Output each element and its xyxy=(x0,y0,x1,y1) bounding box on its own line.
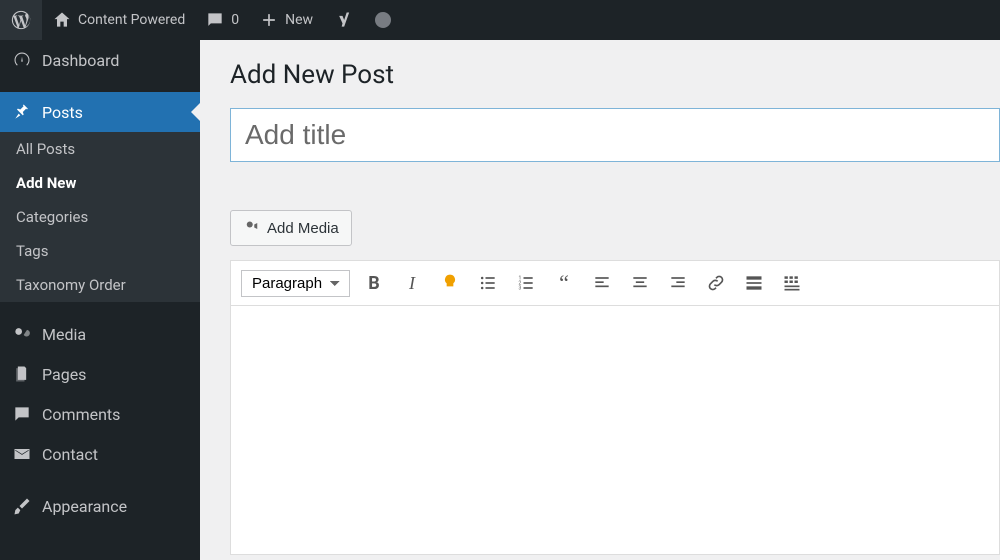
posts-label: Posts xyxy=(42,103,83,122)
posts-submenu: All Posts Add New Categories Tags Taxono… xyxy=(0,132,200,302)
comment-icon xyxy=(205,10,225,30)
editor-content-area[interactable] xyxy=(230,305,1000,555)
wp-logo-menu[interactable] xyxy=(0,0,42,40)
sidebar-item-dashboard[interactable]: Dashboard xyxy=(0,40,200,80)
read-more-button[interactable] xyxy=(740,269,768,297)
pages-icon xyxy=(12,364,32,384)
comments-icon xyxy=(12,404,32,424)
submenu-taxonomy-order[interactable]: Taxonomy Order xyxy=(0,268,200,302)
status-dot-icon[interactable] xyxy=(375,12,391,28)
sidebar-item-appearance[interactable]: Appearance xyxy=(0,486,200,526)
new-label: New xyxy=(285,12,313,28)
media-icon xyxy=(12,324,32,344)
italic-button[interactable]: I xyxy=(398,269,426,297)
editor-toolbar: Paragraph B I 123 “ xyxy=(230,260,1000,305)
new-content-link[interactable]: New xyxy=(249,0,323,40)
submenu-all-posts[interactable]: All Posts xyxy=(0,132,200,166)
envelope-icon xyxy=(12,444,32,464)
svg-text:3: 3 xyxy=(519,286,522,292)
format-select[interactable]: Paragraph xyxy=(241,270,350,297)
add-media-button[interactable]: Add Media xyxy=(230,210,352,246)
add-media-label: Add Media xyxy=(267,220,339,237)
admin-sidebar: Dashboard Posts All Posts Add New Catego… xyxy=(0,40,200,560)
align-center-button[interactable] xyxy=(626,269,654,297)
appearance-label: Appearance xyxy=(42,497,127,516)
comments-label: Comments xyxy=(42,405,120,424)
toolbar-toggle-button[interactable] xyxy=(778,269,806,297)
submenu-categories[interactable]: Categories xyxy=(0,200,200,234)
sidebar-item-media[interactable]: Media xyxy=(0,314,200,354)
submenu-tags[interactable]: Tags xyxy=(0,234,200,268)
admin-topbar: Content Powered 0 New xyxy=(0,0,1000,40)
insights-button[interactable] xyxy=(436,269,464,297)
home-icon xyxy=(52,10,72,30)
plus-icon xyxy=(259,10,279,30)
sidebar-item-contact[interactable]: Contact xyxy=(0,434,200,474)
contact-label: Contact xyxy=(42,445,98,464)
blockquote-button[interactable]: “ xyxy=(550,269,578,297)
bullet-list-button[interactable] xyxy=(474,269,502,297)
sidebar-item-pages[interactable]: Pages xyxy=(0,354,200,394)
wordpress-logo-icon xyxy=(10,9,32,31)
sidebar-item-comments[interactable]: Comments xyxy=(0,394,200,434)
page-title: Add New Post xyxy=(230,60,1000,90)
plugin-icons-area xyxy=(323,10,391,30)
brush-icon xyxy=(12,496,32,516)
post-title-input[interactable] xyxy=(230,108,1000,162)
dashboard-label: Dashboard xyxy=(42,51,119,70)
align-right-button[interactable] xyxy=(664,269,692,297)
main-content: Add New Post Add Media Paragraph B I 123 xyxy=(200,40,1000,560)
submenu-add-new[interactable]: Add New xyxy=(0,166,200,200)
site-name-link[interactable]: Content Powered xyxy=(42,0,195,40)
comments-link[interactable]: 0 xyxy=(195,0,249,40)
align-left-button[interactable] xyxy=(588,269,616,297)
camera-icon xyxy=(243,217,261,239)
pages-label: Pages xyxy=(42,365,86,384)
pin-icon xyxy=(12,102,32,122)
dashboard-icon xyxy=(12,50,32,70)
link-button[interactable] xyxy=(702,269,730,297)
media-label: Media xyxy=(42,325,86,344)
comments-count: 0 xyxy=(231,12,239,28)
yoast-icon xyxy=(335,10,355,30)
yoast-menu[interactable] xyxy=(331,10,359,30)
site-name-text: Content Powered xyxy=(78,12,185,28)
numbered-list-button[interactable]: 123 xyxy=(512,269,540,297)
bold-button[interactable]: B xyxy=(360,269,388,297)
sidebar-item-posts[interactable]: Posts xyxy=(0,92,200,132)
